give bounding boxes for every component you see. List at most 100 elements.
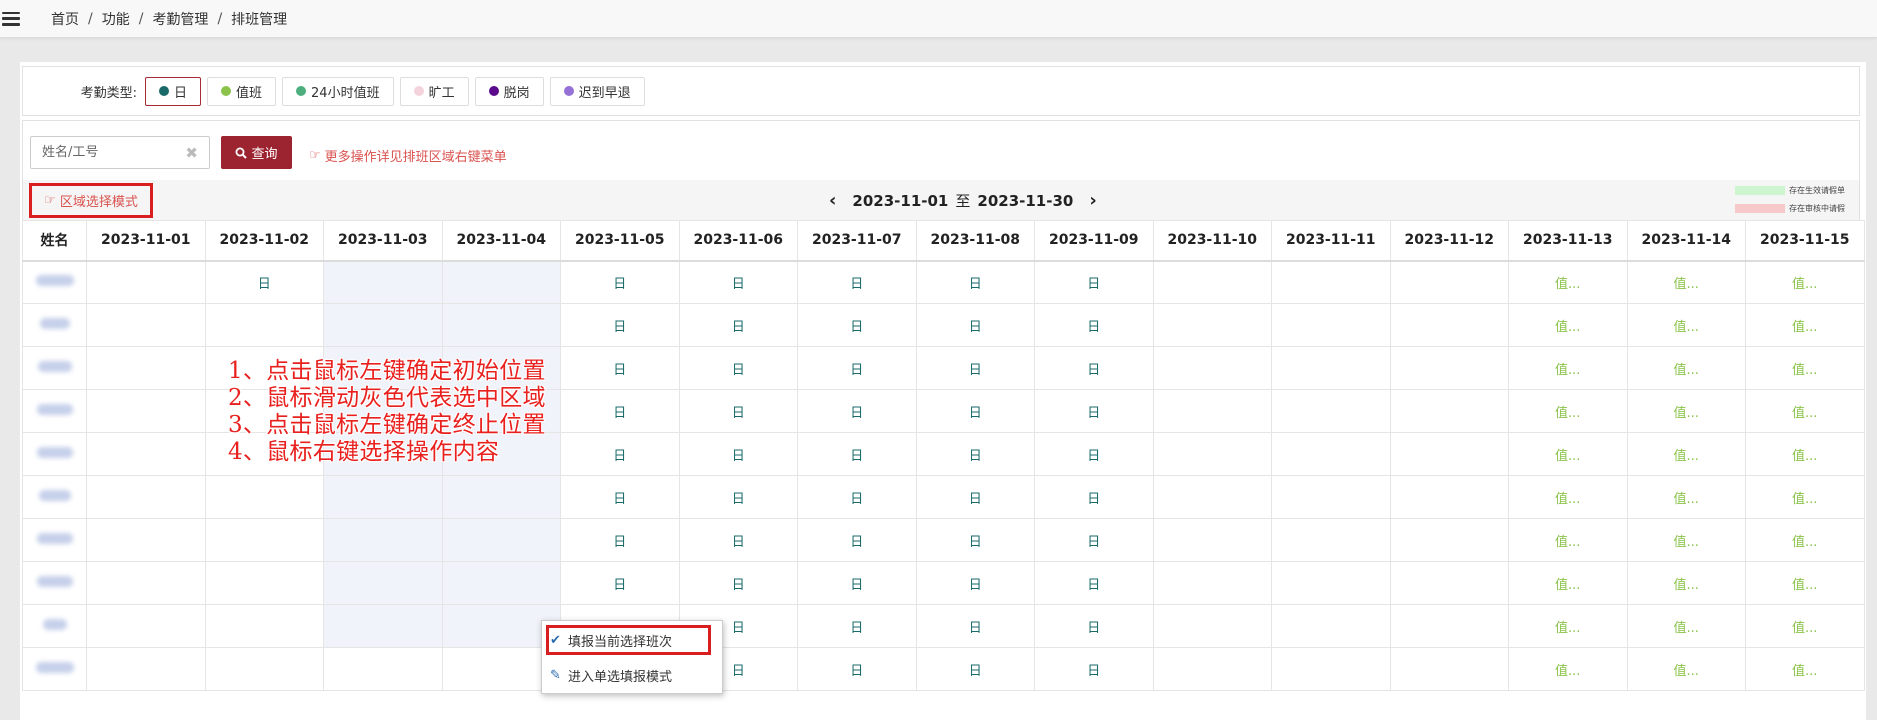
schedule-cell[interactable]: 值... (1745, 260, 1865, 304)
schedule-cell[interactable]: 日 (797, 604, 917, 648)
schedule-cell[interactable] (1152, 389, 1272, 433)
schedule-cell[interactable]: 值... (1626, 260, 1746, 304)
schedule-cell[interactable]: 值... (1626, 432, 1746, 476)
schedule-cell[interactable] (86, 303, 206, 347)
attendance-type-button[interactable]: 值班 (207, 76, 277, 106)
schedule-cell[interactable] (323, 260, 443, 304)
schedule-cell[interactable] (204, 604, 324, 648)
schedule-cell[interactable]: 日 (1034, 303, 1154, 347)
schedule-cell[interactable] (86, 389, 206, 433)
schedule-cell[interactable] (1389, 561, 1509, 605)
schedule-cell[interactable] (1389, 604, 1509, 648)
schedule-cell[interactable]: 值... (1508, 518, 1628, 562)
schedule-cell[interactable] (204, 561, 324, 605)
schedule-cell[interactable]: 日 (915, 260, 1035, 304)
schedule-cell[interactable] (1271, 303, 1391, 347)
schedule-cell[interactable]: 日 (678, 561, 798, 605)
schedule-cell[interactable] (1389, 647, 1509, 691)
schedule-cell[interactable]: 日 (797, 346, 917, 390)
schedule-cell[interactable]: 日 (915, 303, 1035, 347)
schedule-cell[interactable]: 日 (560, 303, 680, 347)
schedule-cell[interactable]: 值... (1745, 475, 1865, 519)
schedule-cell[interactable] (323, 561, 443, 605)
schedule-cell[interactable]: 日 (915, 604, 1035, 648)
schedule-cell[interactable]: 值... (1508, 647, 1628, 691)
schedule-cell[interactable]: 日 (560, 389, 680, 433)
schedule-cell[interactable] (1271, 604, 1391, 648)
schedule-cell[interactable]: 日 (678, 303, 798, 347)
schedule-cell[interactable]: 日 (915, 561, 1035, 605)
menu-icon[interactable] (2, 11, 20, 26)
schedule-cell[interactable] (441, 518, 561, 562)
schedule-cell[interactable] (323, 303, 443, 347)
schedule-cell[interactable] (1389, 346, 1509, 390)
schedule-cell[interactable]: 日 (797, 518, 917, 562)
schedule-cell[interactable]: 日 (1034, 346, 1154, 390)
schedule-cell[interactable]: 日 (560, 346, 680, 390)
schedule-cell[interactable]: 日 (915, 432, 1035, 476)
schedule-cell[interactable]: 值... (1508, 604, 1628, 648)
attendance-type-button[interactable]: 脱岗 (474, 76, 544, 106)
schedule-cell[interactable] (323, 647, 443, 691)
schedule-cell[interactable]: 日 (797, 432, 917, 476)
schedule-cell[interactable]: 日 (1034, 389, 1154, 433)
schedule-cell[interactable]: 值... (1626, 475, 1746, 519)
schedule-cell[interactable] (204, 647, 324, 691)
schedule-cell[interactable] (1389, 260, 1509, 304)
schedule-cell[interactable]: 值... (1745, 389, 1865, 433)
schedule-cell[interactable]: 日 (560, 432, 680, 476)
clear-icon[interactable]: ✖ (185, 144, 198, 162)
schedule-cell[interactable] (1152, 260, 1272, 304)
breadcrumb-function[interactable]: 功能 (102, 9, 130, 29)
schedule-cell[interactable]: 日 (678, 389, 798, 433)
schedule-cell[interactable] (323, 475, 443, 519)
attendance-type-button[interactable]: 旷工 (399, 76, 469, 106)
schedule-cell[interactable] (1389, 518, 1509, 562)
schedule-cell[interactable] (86, 561, 206, 605)
schedule-cell[interactable] (86, 475, 206, 519)
schedule-cell[interactable]: 日 (797, 389, 917, 433)
schedule-cell[interactable] (1389, 389, 1509, 433)
schedule-cell[interactable] (1152, 604, 1272, 648)
schedule-cell[interactable] (441, 303, 561, 347)
schedule-cell[interactable]: 日 (1034, 604, 1154, 648)
schedule-cell[interactable]: 日 (915, 389, 1035, 433)
breadcrumb-attendance[interactable]: 考勤管理 (152, 9, 208, 29)
schedule-cell[interactable]: 值... (1626, 389, 1746, 433)
schedule-cell[interactable] (1389, 475, 1509, 519)
schedule-cell[interactable] (1271, 346, 1391, 390)
schedule-cell[interactable]: 日 (1034, 432, 1154, 476)
schedule-cell[interactable]: 值... (1508, 475, 1628, 519)
schedule-cell[interactable] (1271, 647, 1391, 691)
schedule-cell[interactable]: 日 (1034, 561, 1154, 605)
area-select-mode-button[interactable]: ☞ 区域选择模式 (29, 183, 153, 218)
schedule-cell[interactable]: 值... (1626, 303, 1746, 347)
schedule-cell[interactable]: 值... (1626, 647, 1746, 691)
schedule-cell[interactable] (1152, 647, 1272, 691)
schedule-cell[interactable]: 值... (1508, 260, 1628, 304)
schedule-cell[interactable]: 日 (678, 260, 798, 304)
schedule-cell[interactable]: 日 (797, 260, 917, 304)
schedule-cell[interactable] (323, 518, 443, 562)
attendance-type-button[interactable]: 日 (145, 76, 202, 106)
schedule-cell[interactable]: 值... (1745, 604, 1865, 648)
name-search-input[interactable] (31, 137, 181, 168)
schedule-cell[interactable]: 日 (1034, 260, 1154, 304)
schedule-cell[interactable]: 日 (204, 260, 324, 304)
schedule-cell[interactable] (1152, 346, 1272, 390)
schedule-cell[interactable] (1152, 475, 1272, 519)
schedule-cell[interactable]: 日 (678, 346, 798, 390)
schedule-cell[interactable]: 日 (560, 260, 680, 304)
schedule-cell[interactable]: 值... (1626, 518, 1746, 562)
schedule-cell[interactable]: 日 (560, 475, 680, 519)
schedule-cell[interactable] (86, 604, 206, 648)
schedule-cell[interactable]: 日 (1034, 518, 1154, 562)
schedule-cell[interactable]: 日 (560, 561, 680, 605)
schedule-cell[interactable]: 日 (678, 432, 798, 476)
schedule-cell[interactable]: 日 (797, 647, 917, 691)
schedule-cell[interactable] (1152, 303, 1272, 347)
schedule-cell[interactable] (86, 647, 206, 691)
schedule-cell[interactable]: 值... (1508, 346, 1628, 390)
attendance-type-button[interactable]: 迟到早退 (549, 76, 645, 106)
schedule-cell[interactable] (204, 475, 324, 519)
